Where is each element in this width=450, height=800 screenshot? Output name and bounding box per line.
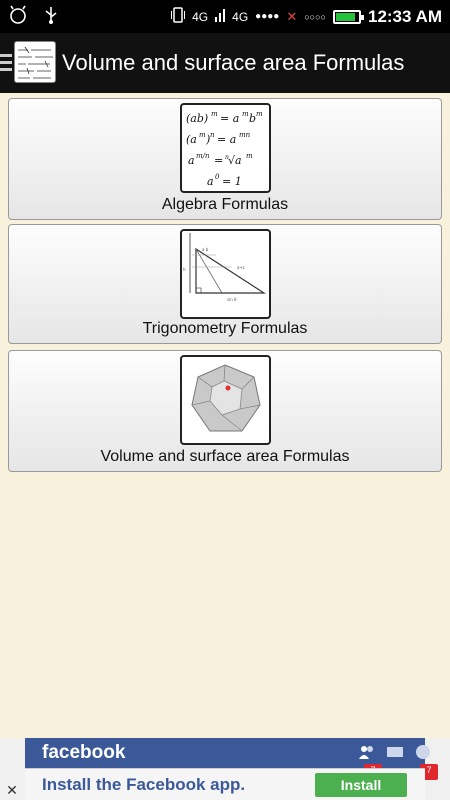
svg-text:mn: mn <box>239 131 251 139</box>
facebook-ad[interactable]: facebook 7 7 Install the Facebook app. I… <box>25 738 438 800</box>
ad-message: Install the Facebook app. <box>42 775 246 794</box>
svg-text:m: m <box>256 110 263 118</box>
network-type-1: 4G <box>192 9 209 24</box>
signal-dots: ●●●● <box>255 11 280 22</box>
svg-text:a b: a b <box>202 247 209 252</box>
network-type-2: 4G <box>232 9 249 24</box>
status-bar: 4G 4G ●●●● ✕ ○○○○ 12:33 AM <box>0 0 450 33</box>
vibrate-icon <box>171 6 186 27</box>
card-label: Algebra Formulas <box>161 196 289 213</box>
ad-close-icon[interactable]: ✕ <box>2 782 22 798</box>
battery-icon <box>332 9 364 24</box>
card-algebra-formulas[interactable]: (ab) m = ambm (a m) n = a mn a m/n = n √a m a 0 = 1 A… <box>8 98 442 220</box>
card-label: Trigonometry Formulas <box>142 320 308 337</box>
svg-text:a+c: a+c <box>237 265 245 270</box>
svg-text:a: a <box>188 154 195 167</box>
svg-text:m: m <box>199 131 206 139</box>
svg-text:√a: √a <box>228 154 242 167</box>
triangle-diagram-icon: a b a+c sin θ h <box>180 229 271 319</box>
card-label: Volume and surface area Formulas <box>100 448 350 465</box>
menu-icon[interactable] <box>0 54 12 75</box>
clock: 12:33 AM <box>367 6 442 26</box>
card-trigonometry-formulas[interactable]: a b a+c sin θ h Trigonometry Formulas <box>8 224 442 344</box>
formula-category-list: (ab) m = ambm (a m) n = a mn a m/n = n √a m a 0 = 1 A… <box>8 98 442 476</box>
svg-text:b: b <box>249 112 256 125</box>
globe-icon: 7 <box>414 744 438 780</box>
install-button[interactable]: Install <box>315 773 407 797</box>
svg-text:m: m <box>211 110 218 118</box>
svg-text:h: h <box>183 267 186 272</box>
svg-text:(a: (a <box>186 133 197 146</box>
svg-text:m: m <box>242 110 249 118</box>
empty-signal-dots: ○○○○ <box>304 11 326 22</box>
algebra-formulas-icon: (ab) m = ambm (a m) n = a mn a m/n = n √a m a 0 = 1 <box>180 103 271 193</box>
no-signal-icon: ✕ <box>286 8 298 24</box>
ad-banner[interactable]: facebook 7 7 Install the Facebook app. I… <box>0 738 450 800</box>
app-bar: Volume and surface area Formulas <box>0 33 450 93</box>
svg-text:n: n <box>210 131 215 139</box>
svg-text:= a: = a <box>220 112 239 125</box>
svg-text:m: m <box>246 152 253 160</box>
svg-text:m/n: m/n <box>196 152 210 160</box>
svg-text:a: a <box>207 175 214 188</box>
svg-text:= 1: = 1 <box>222 175 242 188</box>
app-logo-icon[interactable] <box>14 41 56 83</box>
battery-level <box>335 12 355 21</box>
svg-text:(ab): (ab) <box>186 112 208 125</box>
svg-text:sin θ: sin θ <box>227 297 237 302</box>
app-title: Volume and surface area Formulas <box>62 50 405 75</box>
svg-text:0: 0 <box>215 173 220 181</box>
usb-icon <box>44 5 58 30</box>
card-volume-surface-area-formulas[interactable]: Volume and surface area Formulas <box>8 350 442 472</box>
signal-icon <box>215 8 226 25</box>
friends-icon: 7 <box>358 744 382 780</box>
messages-icon <box>386 744 404 760</box>
svg-text:=: = <box>214 154 223 167</box>
facebook-logo: facebook <box>42 742 126 763</box>
android-debug-icon <box>8 5 28 30</box>
svg-text:= a: = a <box>217 133 236 146</box>
dodecahedron-icon <box>180 355 271 445</box>
